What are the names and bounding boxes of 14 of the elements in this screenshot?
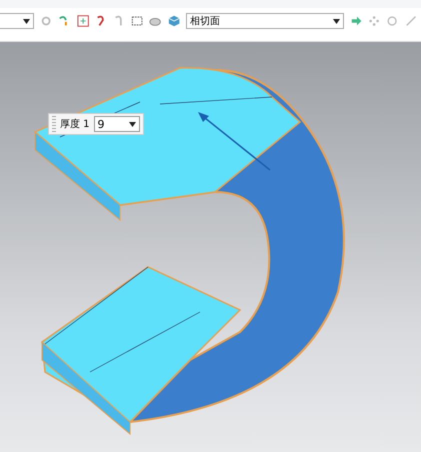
line-icon[interactable] <box>404 14 417 28</box>
thickness-label: 厚度 1 <box>60 118 90 131</box>
grip-handle[interactable] <box>52 116 56 132</box>
arrow-right-icon[interactable] <box>350 14 362 28</box>
thickness-field[interactable]: 9 <box>94 116 140 132</box>
caret-icon <box>23 18 30 24</box>
dots-icon[interactable] <box>368 14 380 28</box>
face-rule-dropdown[interactable]: 相切面 <box>186 13 344 29</box>
selection-box-icon[interactable] <box>131 14 144 28</box>
cube-icon[interactable] <box>168 14 180 28</box>
caret-icon <box>333 18 340 24</box>
dropdown-field[interactable] <box>0 13 34 29</box>
caret-icon <box>128 122 136 126</box>
frame-icon[interactable] <box>76 14 89 28</box>
